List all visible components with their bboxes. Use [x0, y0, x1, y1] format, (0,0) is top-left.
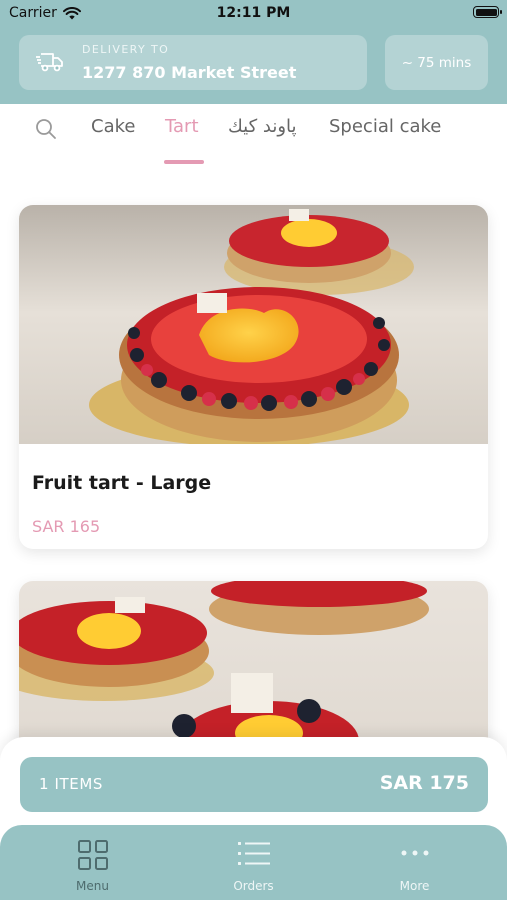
- cart-total: SAR 175: [379, 772, 469, 794]
- status-bar: Carrier 12:11 PM: [0, 0, 507, 28]
- clock: 12:11 PM: [216, 5, 291, 21]
- product-image: [19, 205, 488, 444]
- nav-menu[interactable]: Menu: [8, 825, 177, 900]
- bottom-nav: Menu Orders More: [0, 825, 507, 900]
- delivery-truck-icon: [36, 53, 63, 72]
- nav-menu-label: Menu: [76, 879, 109, 893]
- product-name: Fruit tart - Large: [32, 472, 212, 494]
- delivery-eta-button[interactable]: ~ 75 mins: [385, 35, 488, 90]
- delivery-address: 1277 870 Market Street: [82, 63, 297, 82]
- list-icon: [237, 842, 270, 865]
- tab-pound-cake[interactable]: پاوند كيك: [228, 116, 297, 137]
- view-cart-button[interactable]: 1 ITEMS SAR 175: [20, 757, 488, 812]
- tab-tart[interactable]: Tart: [165, 116, 199, 137]
- nav-orders-label: Orders: [233, 879, 274, 893]
- top-header: Carrier 12:11 PM DELIVERY TO 1277 870 Ma…: [0, 0, 507, 104]
- active-tab-indicator: [164, 160, 204, 164]
- nav-more-label: More: [399, 879, 430, 893]
- nav-orders[interactable]: Orders: [169, 825, 338, 900]
- delivery-to-label: DELIVERY TO: [82, 43, 170, 56]
- battery-icon: [473, 6, 502, 18]
- search-icon[interactable]: [35, 118, 57, 140]
- tab-special-cake[interactable]: Special cake: [329, 116, 441, 137]
- product-price: SAR 165: [32, 517, 101, 536]
- tab-cake[interactable]: Cake: [91, 116, 135, 137]
- more-dots-icon: [401, 850, 428, 856]
- nav-more[interactable]: More: [330, 825, 499, 900]
- cart-items-count: 1 ITEMS: [39, 775, 104, 793]
- product-card[interactable]: Fruit tart - Large SAR 165: [19, 205, 488, 549]
- grid-icon: [77, 840, 108, 870]
- delivery-address-button[interactable]: DELIVERY TO 1277 870 Market Street: [19, 35, 367, 90]
- category-tabs: Cake Tart پاوند كيك Special cake: [0, 104, 507, 166]
